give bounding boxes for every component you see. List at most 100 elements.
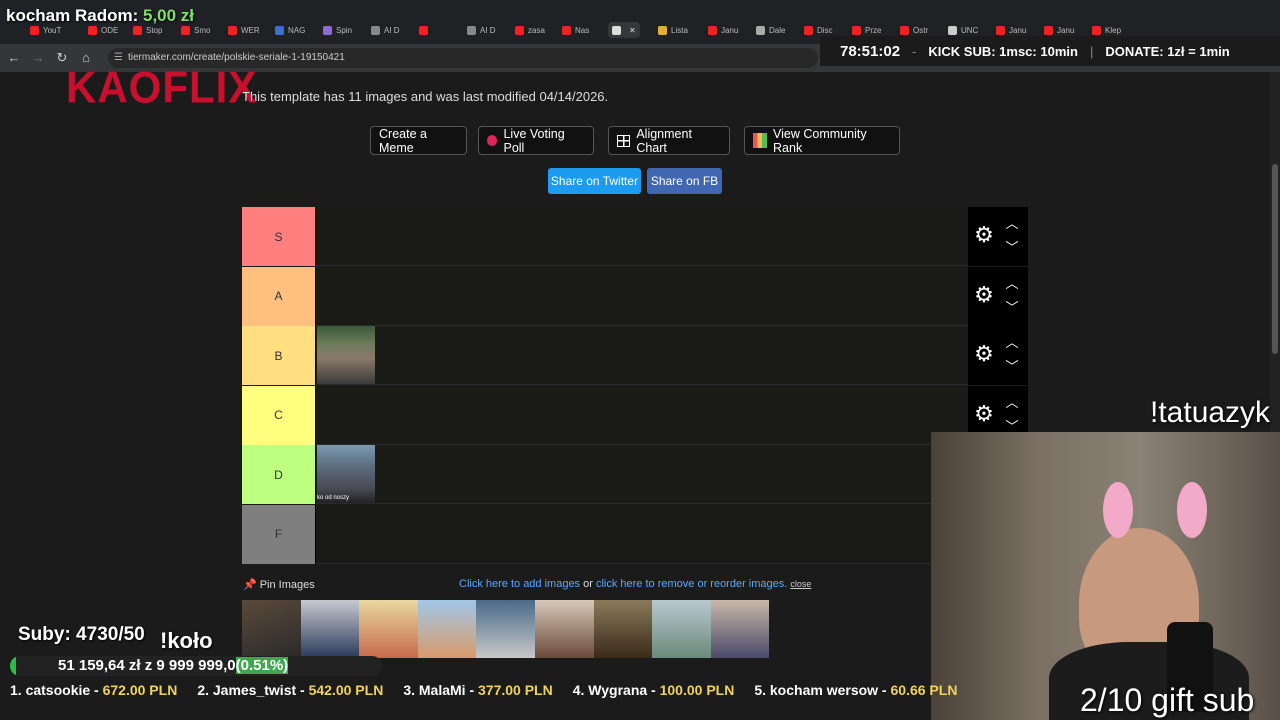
tier-label[interactable]: F — [242, 504, 316, 564]
gear-icon[interactable]: ⚙ — [973, 343, 995, 365]
pool-image[interactable] — [417, 600, 477, 658]
site-icon — [371, 25, 380, 35]
pin-icon: 📌 — [243, 579, 257, 591]
tier-image[interactable] — [317, 326, 375, 384]
move-up-icon[interactable]: ︿ — [1004, 395, 1020, 410]
leader-entry: 5. kocham wersow - 60.66 PLN — [754, 682, 958, 698]
tier-controls: ⚙ ︿ ︿ — [968, 266, 1028, 326]
youtube-icon — [181, 25, 190, 35]
gear-icon[interactable]: ⚙ — [973, 283, 995, 306]
leader-entry: 2. James_twist - 542.00 PLN — [197, 682, 384, 698]
tier-label[interactable]: C — [242, 385, 316, 445]
youtube-icon — [996, 25, 1005, 35]
tab[interactable]: AI D — [467, 22, 496, 38]
add-images-link[interactable]: Click here to add images — [459, 578, 580, 590]
leader-entry: 4. Wygrana - 100.00 PLN — [572, 682, 735, 698]
site-icon — [275, 25, 284, 35]
youtube-icon — [1092, 25, 1101, 35]
tab[interactable]: AI D — [371, 22, 400, 38]
leader-entry: 3. MalaMi - 377.00 PLN — [403, 682, 553, 698]
create-meme-button[interactable]: Create a Meme — [370, 126, 467, 155]
tab[interactable]: Spin — [323, 22, 352, 38]
tier-label[interactable]: B — [242, 326, 316, 385]
site-icon — [467, 25, 476, 35]
scroll-thumb[interactable] — [1272, 164, 1278, 354]
youtube-icon — [708, 25, 717, 35]
tier-label[interactable]: S — [242, 207, 316, 266]
bunny-ear — [1103, 482, 1133, 538]
back-icon[interactable]: ← — [6, 50, 22, 66]
tab[interactable]: NAG — [275, 22, 305, 38]
move-up-icon[interactable]: ︿ — [1004, 336, 1020, 350]
pool-image[interactable] — [476, 600, 535, 658]
close-link[interactable]: close — [790, 579, 811, 589]
site-icon — [756, 25, 765, 35]
webcam-feed — [931, 432, 1280, 720]
image-pool — [242, 600, 770, 658]
pool-image[interactable] — [710, 600, 770, 658]
pool-image[interactable] — [652, 600, 711, 658]
kolo-command: !koło — [160, 628, 213, 653]
move-down-icon[interactable]: ︿ — [1004, 418, 1020, 433]
template-info: This template has 11 images and was last… — [242, 89, 609, 104]
youtube-icon — [1044, 25, 1053, 35]
move-down-icon[interactable]: ︿ — [1004, 358, 1020, 373]
move-up-icon[interactable]: ︿ — [1004, 276, 1020, 291]
gear-icon[interactable]: ⚙ — [973, 224, 995, 246]
pool-image[interactable] — [300, 600, 360, 658]
youtube-icon — [562, 25, 571, 35]
alignment-chart-button[interactable]: Alignment Chart — [608, 126, 730, 155]
tier-row-d: D ko od noszy — [242, 445, 1028, 504]
leader-entry: 1. catsookie - 672.00 PLN — [10, 682, 178, 698]
donation-alert: kocham Radom: 5,00 zł — [6, 6, 195, 25]
tier-grid-icon — [753, 133, 768, 148]
pool-image[interactable] — [242, 600, 301, 658]
stream-timer: 78:51:02 — [840, 42, 901, 60]
tier-label[interactable]: A — [242, 266, 316, 326]
stream-info-bar: 78:51:02 - KICK SUB: 1msc: 10min | DONAT… — [820, 36, 1280, 66]
tab[interactable]: Nas — [562, 22, 589, 38]
reorder-images-link[interactable]: click here to remove or reorder images. — [596, 578, 787, 590]
tab[interactable]: Dale — [756, 22, 785, 38]
youtube-icon — [133, 25, 142, 35]
youtube-icon — [515, 25, 524, 35]
close-tab-icon[interactable]: ✕ — [629, 26, 636, 35]
share-twitter-button[interactable]: Share on Twitter — [548, 168, 641, 194]
pool-image[interactable] — [593, 600, 653, 658]
tab[interactable]: zasa — [515, 22, 545, 38]
pin-images-toggle[interactable]: 📌 Pin Images — [243, 578, 315, 591]
pool-image[interactable] — [359, 600, 418, 658]
move-down-icon[interactable]: ︿ — [1004, 239, 1020, 254]
tab[interactable]: Janu — [708, 22, 738, 38]
youtube-icon — [852, 25, 861, 35]
gift-sub-counter: 2/10 gift sub — [1080, 682, 1255, 718]
move-up-icon[interactable]: ︿ — [1004, 217, 1020, 231]
tab[interactable]: Lista — [658, 22, 688, 38]
site-icon — [612, 25, 621, 35]
goal-fill — [10, 656, 16, 676]
subs-counter: Suby: 4730/50 — [18, 624, 145, 645]
tier-image[interactable]: ko od noszy — [317, 445, 375, 503]
tab[interactable] — [419, 22, 432, 38]
share-fb-button[interactable]: Share on FB — [647, 168, 722, 194]
donation-goal-text: 51 159,64 zł z 9 999 999,0(0.51%) — [58, 657, 289, 674]
tab-active[interactable]: ✕ — [608, 22, 640, 38]
site-icon — [658, 25, 667, 35]
tier-label[interactable]: D — [242, 445, 316, 504]
gear-icon[interactable]: ⚙ — [973, 402, 995, 425]
tier-row-f: F — [242, 504, 1028, 564]
live-voting-poll-button[interactable]: Live Voting Poll — [478, 126, 594, 155]
youtube-icon — [900, 25, 909, 35]
youtube-icon — [30, 25, 39, 35]
tier-row-a: A ⚙ ︿ ︿ — [242, 266, 1028, 326]
kaoflix-logo: KAOFLIX — [66, 62, 258, 113]
forward-icon[interactable]: → — [30, 50, 46, 66]
pool-image[interactable] — [534, 600, 594, 658]
youtube-icon — [419, 25, 428, 35]
tier-controls: ⚙ ︿ ︿ — [968, 207, 1028, 266]
community-rank-button[interactable]: View Community Rank — [744, 126, 900, 155]
tab[interactable]: WER — [228, 22, 260, 38]
move-down-icon[interactable]: ︿ — [1004, 299, 1020, 314]
url-text: tiermaker.com/create/polskie-seriale-1-1… — [128, 52, 345, 63]
tier-row-c: C ⚙ ︿ ︿ — [242, 385, 1028, 445]
